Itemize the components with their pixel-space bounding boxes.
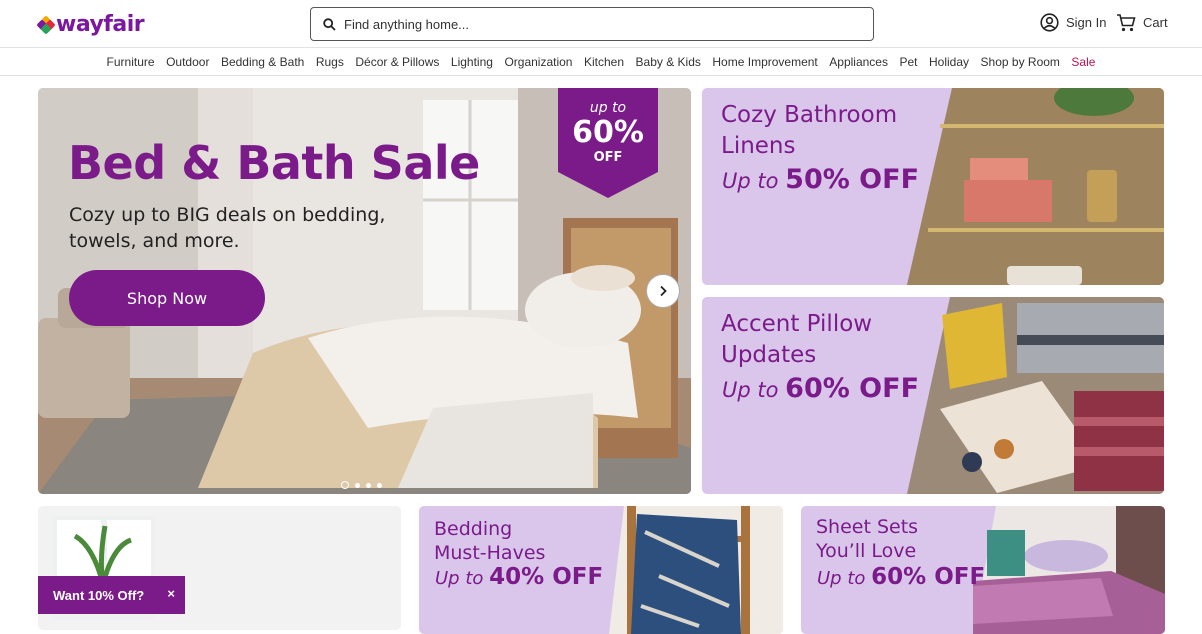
nav-item-rugs[interactable]: Rugs — [316, 55, 344, 69]
close-icon[interactable]: × — [167, 586, 175, 601]
nav-item-furniture[interactable]: Furniture — [107, 55, 155, 69]
nav-item-shop-by-room[interactable]: Shop by Room — [981, 55, 1060, 69]
nav-item-outdoor[interactable]: Outdoor — [166, 55, 209, 69]
promo-title: Sheet Sets You’ll Love — [816, 515, 918, 563]
carousel-dot[interactable] — [366, 482, 371, 488]
search-input[interactable] — [344, 16, 824, 32]
nav-item-pet[interactable]: Pet — [899, 55, 917, 69]
nav-item-holiday[interactable]: Holiday — [929, 55, 969, 69]
promo-discount: Up to 60% OFF — [817, 564, 985, 590]
nav-item-sale[interactable]: Sale — [1071, 55, 1095, 69]
promo-title-line2: Must-Haves — [434, 542, 546, 564]
carousel-dot[interactable] — [377, 482, 382, 488]
promo-title-line2: You’ll Love — [816, 540, 917, 562]
promo-discount: Up to 50% OFF — [722, 164, 919, 195]
promo-title-line1: Accent Pillow — [721, 311, 873, 337]
nav-item-baby-kids[interactable]: Baby & Kids — [636, 55, 701, 69]
category-nav: Furniture Outdoor Bedding & Bath Rugs Dé… — [0, 49, 1202, 76]
carousel-dot[interactable] — [355, 482, 360, 488]
sign-in-link[interactable]: Sign In — [1040, 13, 1106, 32]
promo-accent-pillows[interactable]: Accent Pillow Updates Up to 60% OFF — [702, 297, 1164, 494]
discount-badge: up to 60% OFF — [558, 100, 658, 165]
nav-item-organization[interactable]: Organization — [504, 55, 572, 69]
nav-item-home-improvement[interactable]: Home Improvement — [712, 55, 817, 69]
badge-up-to: up to — [589, 100, 627, 116]
nav-item-lighting[interactable]: Lighting — [451, 55, 493, 69]
promo-discount-value: 60% OFF — [871, 564, 986, 590]
promo-discount-prefix: Up to — [435, 568, 484, 589]
promo-title-line1: Sheet Sets — [816, 516, 919, 538]
hero-title: Bed & Bath Sale — [68, 136, 480, 190]
logo-pinwheel-icon — [36, 14, 56, 35]
promo-bedding[interactable]: Bedding Must-Haves Up to 40% OFF — [419, 506, 783, 634]
promo-title: Accent Pillow Updates — [721, 309, 872, 371]
shop-now-button[interactable]: Shop Now — [69, 270, 265, 326]
promo-bathroom-linens[interactable]: Cozy Bathroom Linens Up to 50% OFF — [702, 88, 1164, 285]
nav-item-kitchen[interactable]: Kitchen — [584, 55, 624, 69]
promo-discount: Up to 40% OFF — [435, 564, 603, 590]
chevron-right-icon — [660, 285, 667, 297]
badge-off: OFF — [593, 150, 623, 165]
promo-title-line1: Bedding — [434, 518, 513, 540]
promo-title-line2: Updates — [721, 342, 817, 368]
account-icon — [1040, 13, 1059, 32]
promo-discount-prefix: Up to — [817, 568, 866, 589]
promo-discount-prefix: Up to — [722, 169, 779, 193]
hero-banner[interactable]: Bed & Bath Sale Cozy up to BIG deals on … — [38, 88, 691, 494]
carousel-next-button[interactable] — [646, 274, 680, 308]
nav-item-appliances[interactable]: Appliances — [829, 55, 888, 69]
promo-title-line2: Linens — [721, 133, 796, 159]
carousel-dot[interactable] — [341, 481, 349, 489]
logo-text: wayfair — [56, 12, 145, 37]
hero-subtitle: Cozy up to BIG deals on bedding, towels,… — [69, 204, 386, 252]
discount-signup-toast[interactable]: Want 10% Off? × — [38, 576, 185, 614]
promo-title-line1: Cozy Bathroom — [721, 102, 898, 128]
promo-title: Cozy Bathroom Linens — [721, 100, 897, 162]
nav-item-decor-pillows[interactable]: Décor & Pillows — [355, 55, 439, 69]
promo-discount-value: 40% OFF — [489, 564, 604, 590]
nav-item-bedding-bath[interactable]: Bedding & Bath — [221, 55, 304, 69]
promo-title: Bedding Must-Haves — [434, 517, 545, 565]
toast-label: Want 10% Off? — [53, 587, 145, 603]
search-bar[interactable] — [310, 7, 874, 41]
carousel-dots — [341, 481, 382, 489]
search-icon — [323, 17, 336, 31]
wayfair-logo[interactable]: wayfair — [36, 12, 145, 37]
cart-label: Cart — [1143, 15, 1168, 30]
badge-percent: 60% — [572, 115, 644, 150]
site-header: wayfair Sign In Cart — [0, 0, 1202, 48]
cart-link[interactable]: Cart — [1116, 13, 1168, 32]
promo-discount: Up to 60% OFF — [722, 373, 919, 404]
promo-discount-value: 60% OFF — [785, 373, 920, 404]
promo-sheet-sets[interactable]: Sheet Sets You’ll Love Up to 60% OFF — [801, 506, 1165, 634]
promo-discount-value: 50% OFF — [785, 164, 920, 195]
promo-discount-prefix: Up to — [722, 378, 779, 402]
sign-in-label: Sign In — [1066, 15, 1107, 30]
cart-icon — [1117, 14, 1136, 32]
